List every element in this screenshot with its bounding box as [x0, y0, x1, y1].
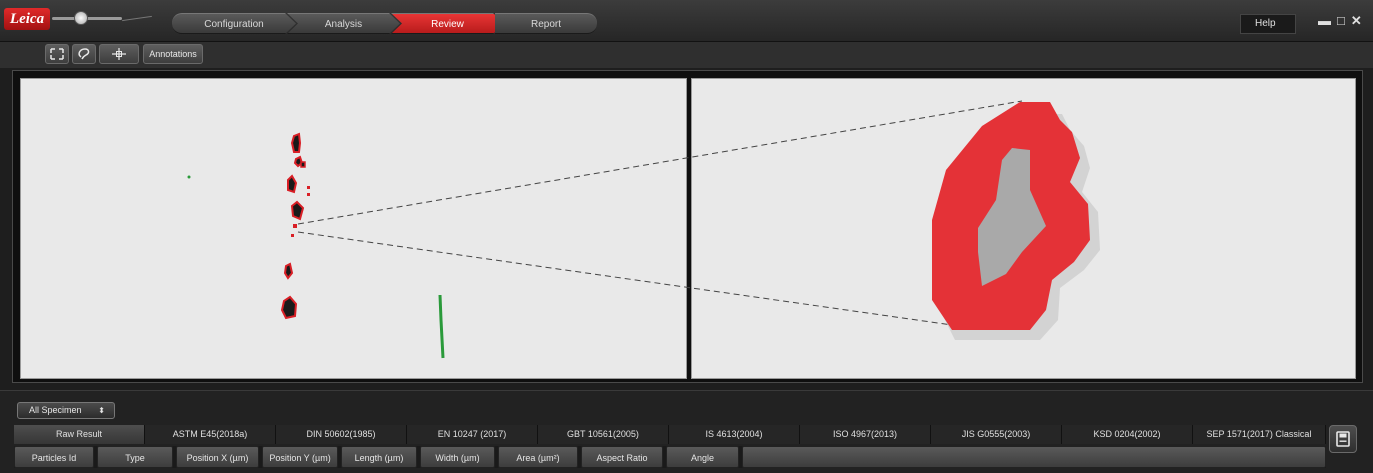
save-icon [1336, 431, 1350, 447]
column-header-angle[interactable]: Angle [666, 446, 739, 468]
zoomed-particle-panel[interactable] [691, 78, 1356, 379]
tab-raw-result[interactable]: Raw Result [14, 425, 145, 444]
expand-icon [50, 48, 64, 60]
column-header-empty [742, 446, 1326, 468]
tab-sep-1571[interactable]: SEP 1571(2017) Classical [1193, 425, 1326, 444]
crosshair-icon [112, 48, 126, 60]
save-button[interactable] [1329, 425, 1357, 453]
specimen-overview-panel[interactable] [20, 78, 687, 379]
workflow-step-configuration[interactable]: Configuration [172, 13, 296, 34]
results-column-headers: Particles Id Type Position X (µm) Positi… [14, 446, 1326, 468]
fit-to-screen-button[interactable] [45, 44, 69, 64]
column-header-type[interactable]: Type [97, 446, 173, 468]
column-header-width[interactable]: Width (µm) [420, 446, 495, 468]
column-header-position-y[interactable]: Position Y (µm) [262, 446, 338, 468]
specimen-select[interactable]: All Specimen ⬍ [17, 402, 115, 419]
window-controls: ▬ □ ✕ [1318, 13, 1362, 29]
lasso-icon [78, 48, 90, 60]
annotations-button[interactable]: Annotations [143, 44, 203, 64]
tab-iso-4967[interactable]: ISO 4967(2013) [800, 425, 931, 444]
tab-en-10247[interactable]: EN 10247 (2017) [407, 425, 538, 444]
title-bar: Leica Configuration Analysis Review Repo… [0, 0, 1373, 42]
help-button[interactable]: Help [1240, 14, 1296, 34]
results-area: All Specimen ⬍ Raw Result ASTM E45(2018a… [0, 390, 1373, 473]
tab-jis-g0555[interactable]: JIS G0555(2003) [931, 425, 1062, 444]
close-icon[interactable]: ✕ [1351, 13, 1362, 29]
maximize-icon[interactable]: □ [1337, 13, 1345, 29]
logo-slider-knob[interactable] [74, 11, 88, 25]
workflow-step-report[interactable]: Report [495, 13, 597, 34]
crosshair-button[interactable] [99, 44, 139, 64]
column-header-aspect-ratio[interactable]: Aspect Ratio [581, 446, 663, 468]
workflow-steps: Configuration Analysis Review Report [172, 13, 597, 34]
tab-ksd-0204[interactable]: KSD 0204(2002) [1062, 425, 1193, 444]
standard-tabs: Raw Result ASTM E45(2018a) DIN 50602(198… [14, 425, 1326, 444]
column-header-position-x[interactable]: Position X (µm) [176, 446, 259, 468]
workflow-step-review[interactable]: Review [391, 13, 504, 34]
leica-logo: Leica [4, 8, 50, 30]
column-header-area[interactable]: Area (µm²) [498, 446, 578, 468]
viewer-toolbar: Annotations [0, 42, 1373, 68]
image-viewer [12, 70, 1363, 383]
specimen-select-value: All Specimen [29, 405, 82, 415]
workflow-step-analysis[interactable]: Analysis [287, 13, 400, 34]
minimize-icon[interactable]: ▬ [1318, 13, 1331, 29]
chevron-updown-icon: ⬍ [98, 406, 105, 415]
logo-decoration [122, 15, 152, 22]
tab-is-4613[interactable]: IS 4613(2004) [669, 425, 800, 444]
column-header-length[interactable]: Length (µm) [341, 446, 417, 468]
tab-gbt-10561[interactable]: GBT 10561(2005) [538, 425, 669, 444]
tab-din-50602[interactable]: DIN 50602(1985) [276, 425, 407, 444]
tab-astm-e45[interactable]: ASTM E45(2018a) [145, 425, 276, 444]
column-header-particles-id[interactable]: Particles Id [14, 446, 94, 468]
lasso-select-button[interactable] [72, 44, 96, 64]
